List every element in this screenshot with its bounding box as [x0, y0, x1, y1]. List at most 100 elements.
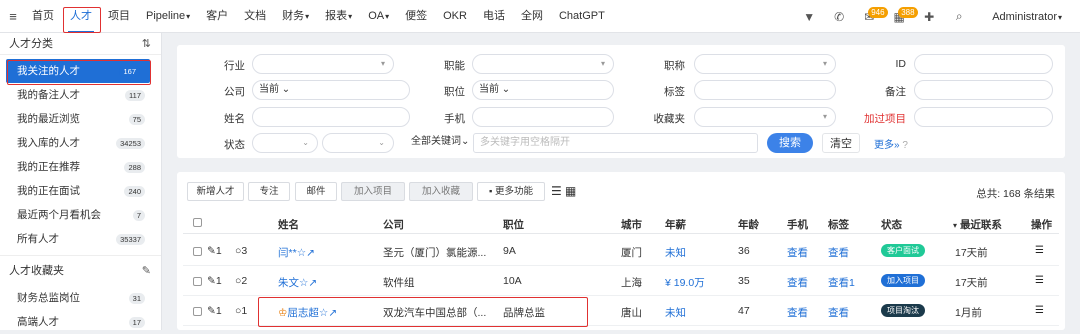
row-menu-icon[interactable]: ☰	[1035, 275, 1044, 286]
th-position[interactable]: 职位	[503, 217, 524, 232]
view-phone-link[interactable]: 查看	[787, 305, 808, 320]
name-input[interactable]	[252, 107, 410, 127]
position-mode[interactable]: 当前	[479, 84, 499, 95]
nav-item-talent[interactable]: 人才	[62, 0, 100, 33]
comment-count[interactable]: ○1	[235, 305, 247, 317]
sidebar-item-recommending[interactable]: 我的正在推荐 288	[0, 155, 161, 179]
nav-item-reports[interactable]: 报表▾	[317, 0, 360, 33]
table-row[interactable]: ✎1 ○3 闫**☆↗ 圣元（厦门）氯能源... 9A 厦门 未知 36 查看 …	[183, 236, 1059, 266]
th-age[interactable]: 年龄	[738, 217, 759, 232]
table-row[interactable]: ✎1 ○2 朱文☆↗ 软件组 10A 上海 ¥ 19.0万 35 查看 查看1 …	[183, 266, 1059, 296]
add-project-button[interactable]: 加入项目	[341, 182, 405, 201]
help-icon[interactable]: ?	[902, 140, 908, 151]
grid-view-icon[interactable]: ▦	[565, 184, 576, 198]
th-name[interactable]: 姓名	[278, 217, 299, 232]
view-phone-link[interactable]: 查看	[787, 275, 808, 290]
sidebar-item-followed[interactable]: 我关注的人才 167	[6, 59, 150, 83]
talent-name-link[interactable]: 闫**☆↗	[278, 245, 315, 260]
nav-item-notes[interactable]: 便签	[397, 0, 435, 33]
sidebar-fav-item[interactable]: 财务总监岗位 31	[0, 286, 161, 310]
phone-icon[interactable]: ✆	[824, 10, 854, 24]
share-icon[interactable]: ↗	[328, 307, 337, 319]
note-input[interactable]	[914, 80, 1053, 100]
row-checkbox[interactable]	[193, 277, 202, 286]
sidebar-item-all[interactable]: 所有人才 35337	[0, 227, 161, 251]
nav-item-okr[interactable]: OKR	[435, 0, 475, 33]
new-talent-button[interactable]: 新增人才	[187, 182, 244, 201]
nav-item-project[interactable]: 项目	[100, 0, 138, 33]
view-tags-link[interactable]: 查看	[828, 305, 849, 320]
calendar-icon[interactable]: ▦388	[884, 6, 918, 24]
search-icon[interactable]: ⌕	[944, 9, 974, 24]
hamburger-menu-icon[interactable]: ≡	[2, 9, 24, 24]
mail-icon[interactable]: ✉946	[854, 6, 888, 24]
talent-name-link[interactable]: 朱文☆↗	[278, 275, 317, 290]
nav-item-pipeline[interactable]: Pipeline▾	[138, 0, 198, 33]
view-phone-link[interactable]: 查看	[787, 245, 808, 260]
nav-item-oa[interactable]: OA▾	[360, 0, 397, 33]
plus-icon[interactable]: ✚	[914, 10, 944, 24]
row-menu-icon[interactable]: ☰	[1035, 245, 1044, 256]
favorites-select[interactable]: ▾	[694, 107, 836, 127]
position-input[interactable]: 当前 ⌄	[472, 80, 614, 100]
id-input[interactable]	[914, 54, 1053, 74]
nav-item-finance[interactable]: 财务▾	[274, 0, 317, 33]
th-tags[interactable]: 标签	[828, 217, 849, 232]
shirt-icon[interactable]: ▼	[794, 10, 824, 24]
function-select[interactable]: ▾	[472, 54, 614, 74]
added-project-input[interactable]	[914, 107, 1053, 127]
sidebar-item-imported[interactable]: 我入库的人才 34253	[0, 131, 161, 155]
more-functions-button[interactable]: ▪ 更多功能	[477, 182, 545, 201]
table-row[interactable]: ✎1 ○1 ♔屈志超☆↗ 双龙汽车中国总部（... 品牌总监 唐山 未知 47 …	[183, 296, 1059, 326]
search-button[interactable]: 搜索	[767, 133, 813, 153]
keyword-input[interactable]: 多关键字用空格隔开	[473, 133, 758, 153]
talent-name-link[interactable]: ♔屈志超☆↗	[278, 305, 337, 320]
industry-select[interactable]: ▾	[252, 54, 394, 74]
tags-input[interactable]	[694, 80, 836, 100]
star-icon[interactable]: ☆	[319, 307, 328, 319]
attachment-count[interactable]: ✎1	[207, 245, 222, 257]
clear-button[interactable]: 清空	[822, 133, 860, 153]
sidebar-fav-item[interactable]: 高端人才 17	[0, 310, 161, 334]
nav-item-web[interactable]: 全网	[513, 0, 551, 33]
phone-input[interactable]	[472, 107, 614, 127]
user-menu[interactable]: Administrator▾	[992, 11, 1062, 23]
mail-button[interactable]: 邮件	[295, 182, 337, 201]
comment-count[interactable]: ○3	[235, 245, 247, 257]
list-view-icon[interactable]: ☰	[551, 184, 562, 198]
share-icon[interactable]: ↗	[306, 247, 315, 259]
view-tags-link[interactable]: 查看1	[828, 275, 855, 290]
title-select[interactable]: ▾	[694, 54, 836, 74]
th-company[interactable]: 公司	[383, 217, 404, 232]
attachment-count[interactable]: ✎1	[207, 275, 222, 287]
more-filters-link[interactable]: 更多» ?	[874, 136, 908, 151]
nav-item-phone[interactable]: 电话	[475, 0, 513, 33]
sort-icon[interactable]: ⇅	[142, 33, 151, 55]
select-all-checkbox[interactable]	[193, 218, 202, 227]
sidebar-item-interviewing[interactable]: 我的正在面试 240	[0, 179, 161, 203]
status-select-1[interactable]: ⌄	[252, 133, 318, 153]
status-select-2[interactable]: ⌄	[322, 133, 394, 153]
nav-item-client[interactable]: 客户	[198, 0, 236, 33]
add-favorite-button[interactable]: 加入收藏	[409, 182, 473, 201]
row-checkbox[interactable]	[193, 247, 202, 256]
th-last-contact[interactable]: ▾ 最近联系	[953, 217, 1002, 232]
follow-button[interactable]: 专注	[248, 182, 290, 201]
th-salary[interactable]: 年薪	[665, 217, 686, 232]
nav-item-docs[interactable]: 文档	[236, 0, 274, 33]
star-icon[interactable]: ☆	[299, 277, 308, 289]
th-status[interactable]: 状态	[881, 217, 902, 232]
company-mode[interactable]: 当前	[259, 84, 279, 95]
company-input[interactable]: 当前 ⌄	[252, 80, 410, 100]
nav-item-home[interactable]: 首页	[24, 0, 62, 33]
star-icon[interactable]: ☆	[297, 247, 306, 259]
view-tags-link[interactable]: 查看	[828, 245, 849, 260]
sidebar-item-recent[interactable]: 我的最近浏览 75	[0, 107, 161, 131]
row-checkbox[interactable]	[193, 307, 202, 316]
comment-count[interactable]: ○2	[235, 275, 247, 287]
nav-item-chatgpt[interactable]: ChatGPT	[551, 0, 613, 33]
th-phone[interactable]: 手机	[787, 217, 808, 232]
sidebar-item-two-months[interactable]: 最近两个月看机会 7	[0, 203, 161, 227]
sidebar-item-noted[interactable]: 我的备注人才 117	[0, 83, 161, 107]
share-icon[interactable]: ↗	[308, 277, 317, 289]
